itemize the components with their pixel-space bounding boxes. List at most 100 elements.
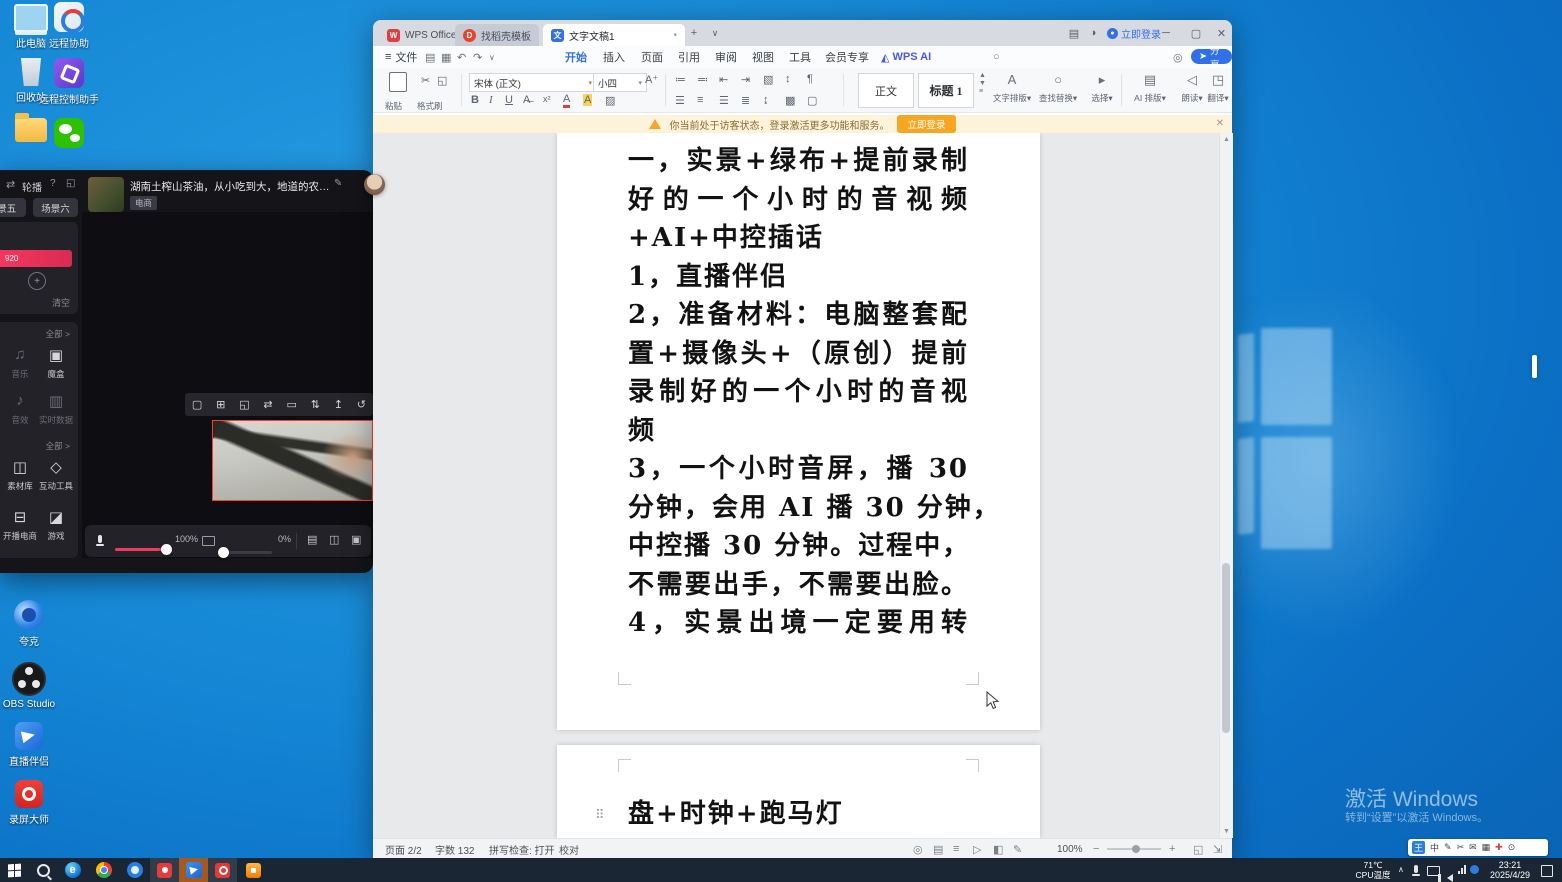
all-tools-link-2[interactable]: 全部 > — [46, 440, 70, 452]
ime-mail-icon[interactable]: ✉ — [1469, 842, 1477, 853]
crop-icon[interactable]: ▭ — [286, 398, 296, 411]
games-icon[interactable]: ◪ — [38, 508, 74, 526]
bold-button[interactable]: B — [471, 94, 479, 106]
all-tools-link[interactable]: 全部 > — [46, 328, 70, 340]
increase-font-icon[interactable]: A⁺ — [645, 73, 658, 86]
taskbar-quark[interactable] — [120, 858, 149, 882]
taskbar-chrome[interactable] — [89, 858, 118, 882]
desktop-icon-purple-tool[interactable]: 远程控制助手 — [36, 58, 102, 106]
justify-icon[interactable]: ≣ — [741, 94, 750, 107]
strikethrough-button[interactable]: A̶ — [523, 94, 530, 106]
ime-logo[interactable]: 王 — [1412, 841, 1425, 854]
line-spacing-icon[interactable]: ↨ — [763, 94, 769, 106]
taskbar-red-app[interactable] — [150, 858, 179, 882]
vertical-scrollbar[interactable]: ▲ ▼ — [1219, 133, 1233, 838]
sort-icon[interactable]: ↕ — [785, 73, 791, 85]
document-area[interactable]: 一，实景+绿布+提前录制 好的一个小时的音视频 +AI+中控插话 1，直播伴侣 … — [373, 133, 1219, 838]
taskbar-orange-app[interactable] — [239, 858, 268, 882]
desktop-icon-wechat[interactable] — [36, 118, 102, 148]
mic-volume-slider[interactable] — [115, 548, 167, 551]
tray-mic-icon[interactable] — [1414, 865, 1418, 873]
taskbar-edge[interactable]: e — [58, 858, 87, 882]
more-icon[interactable]: ◎ — [1173, 46, 1183, 68]
scroll-down-arrow[interactable]: ▼ — [1223, 828, 1230, 835]
realtime-data-icon[interactable]: ▥ — [38, 392, 74, 410]
menu-wps-ai[interactable]: ◭ WPS AI — [881, 46, 931, 68]
align-right-icon[interactable]: ☰ — [719, 94, 729, 107]
font-size-select[interactable]: 小四▾ — [593, 73, 647, 92]
start-button[interactable] — [0, 858, 29, 882]
font-color-button[interactable]: A — [563, 94, 570, 108]
outdent-icon[interactable]: ⇤ — [719, 73, 728, 86]
save-icon[interactable]: ▤ — [425, 46, 435, 68]
new-tab-button[interactable]: + — [683, 20, 705, 46]
menu-reference[interactable]: 引用 — [678, 46, 700, 68]
translate-tool[interactable]: ◳ 翻译▾ — [1203, 72, 1233, 104]
tab-docer-templates[interactable]: D 找稻壳模板 — [455, 24, 539, 46]
proofread-button[interactable]: 校对 — [559, 839, 579, 859]
cpu-temp-widget[interactable]: 71℃ CPU温度 — [1352, 860, 1394, 880]
undo-icon[interactable]: ↶ — [457, 46, 466, 68]
align-left-icon[interactable]: ☰ — [675, 94, 685, 107]
tray-bluetooth-icon[interactable] — [1470, 865, 1479, 874]
live-cover-thumbnail[interactable] — [88, 177, 124, 212]
print-icon[interactable]: ▦ — [441, 46, 451, 68]
desktop-icon-remote-app[interactable]: 远程协助 — [36, 2, 102, 50]
document-page-2[interactable]: ⠿ 盘+时钟+跑马灯 — [557, 745, 1040, 838]
zoom-slider-knob[interactable] — [1132, 845, 1140, 853]
fullscreen-button[interactable]: ⇲ — [1213, 839, 1222, 859]
zoom-out-button[interactable]: − — [1093, 839, 1099, 859]
video-source-main[interactable] — [212, 212, 370, 396]
menu-file[interactable]: ≡ 文件 — [385, 46, 417, 68]
ai-layout-tool[interactable]: ▤ AI 排版▾ — [1127, 72, 1173, 104]
maximize-button[interactable]: ▢ — [1181, 20, 1211, 46]
format-painter-label[interactable]: 格式刷 — [417, 100, 443, 112]
loop-mode-label[interactable]: 轮播 — [22, 179, 42, 194]
document-page-1[interactable]: 一，实景+绿布+提前录制 好的一个小时的音视频 +AI+中控插话 1，直播伴侣 … — [557, 133, 1040, 730]
read-mode-icon[interactable]: ▷ — [973, 839, 981, 859]
menu-home[interactable]: 开始 — [565, 46, 587, 70]
fit-page-button[interactable]: ◱ — [1193, 839, 1203, 859]
interaction-tools-icon[interactable]: ◇ — [38, 458, 74, 476]
zoom-value[interactable]: 100% — [1057, 839, 1083, 859]
select-tool[interactable]: ▸ 选择▾ — [1079, 72, 1125, 104]
underline-button[interactable]: U — [505, 94, 513, 106]
border-icon[interactable]: ▢ — [807, 94, 817, 107]
menu-review[interactable]: 审阅 — [715, 46, 737, 68]
flip-vertical-icon[interactable]: ⇅ — [311, 398, 320, 411]
copy-icon[interactable]: ◱ — [437, 74, 447, 87]
copy-icon[interactable]: ◱ — [66, 178, 75, 189]
media-library-icon[interactable]: ◫ — [2, 458, 38, 476]
menu-member[interactable]: 会员专享 — [825, 46, 869, 68]
ime-keyboard-icon[interactable]: ▦ — [1482, 842, 1491, 853]
edit-mode-icon[interactable]: ✎ — [1013, 839, 1022, 859]
microphone-icon[interactable] — [98, 535, 102, 543]
menu-insert[interactable]: 插入 — [603, 46, 625, 68]
ime-lang-icon[interactable]: 中 — [1430, 841, 1439, 854]
more-commands-icon[interactable]: ∨ — [489, 46, 495, 68]
desktop-icon-obs[interactable]: OBS Studio — [0, 662, 62, 710]
taskbar-live-companion-active[interactable] — [179, 858, 208, 882]
help-icon[interactable]: ? — [50, 178, 56, 189]
char-shading-button[interactable]: ▨ — [605, 94, 615, 107]
paste-label[interactable]: 粘贴 — [385, 100, 402, 112]
ime-toolbox-icon[interactable]: ✚ — [1495, 842, 1503, 853]
word-count[interactable]: 字数 132 — [435, 839, 474, 859]
tab-list-button[interactable]: ∨ — [705, 20, 725, 46]
sound-effect-icon[interactable]: ♪ — [2, 392, 38, 409]
style-scroll-arrows[interactable]: ▲▼≡ — [979, 72, 986, 95]
tab-document[interactable]: 文 文字文稿1 • — [543, 24, 685, 46]
bullet-list-icon[interactable]: ≔ — [675, 73, 686, 86]
desktop-icon-recorder[interactable]: 录屏大师 — [0, 780, 62, 826]
web-view-icon[interactable]: ◧ — [993, 839, 1003, 859]
ime-scissors-icon[interactable]: ✂ — [1457, 842, 1465, 853]
font-name-select[interactable]: 宋体 (正文)▾ — [469, 73, 597, 92]
camera-toggle-icon[interactable]: ▤ — [307, 533, 317, 546]
system-sound-icon[interactable] — [202, 536, 215, 546]
edit-title-icon[interactable]: ✎ — [334, 178, 342, 189]
tab-wps-home[interactable]: W WPS Office — [379, 24, 465, 46]
cut-icon[interactable]: ✂ — [421, 74, 430, 87]
indent-icon[interactable]: ⇥ — [741, 73, 750, 86]
align-center-icon[interactable]: ≡ — [697, 94, 703, 106]
ime-toolbar[interactable]: 王 中 ✎ ✂ ✉ ▦ ✚ ⊙ — [1408, 839, 1548, 856]
